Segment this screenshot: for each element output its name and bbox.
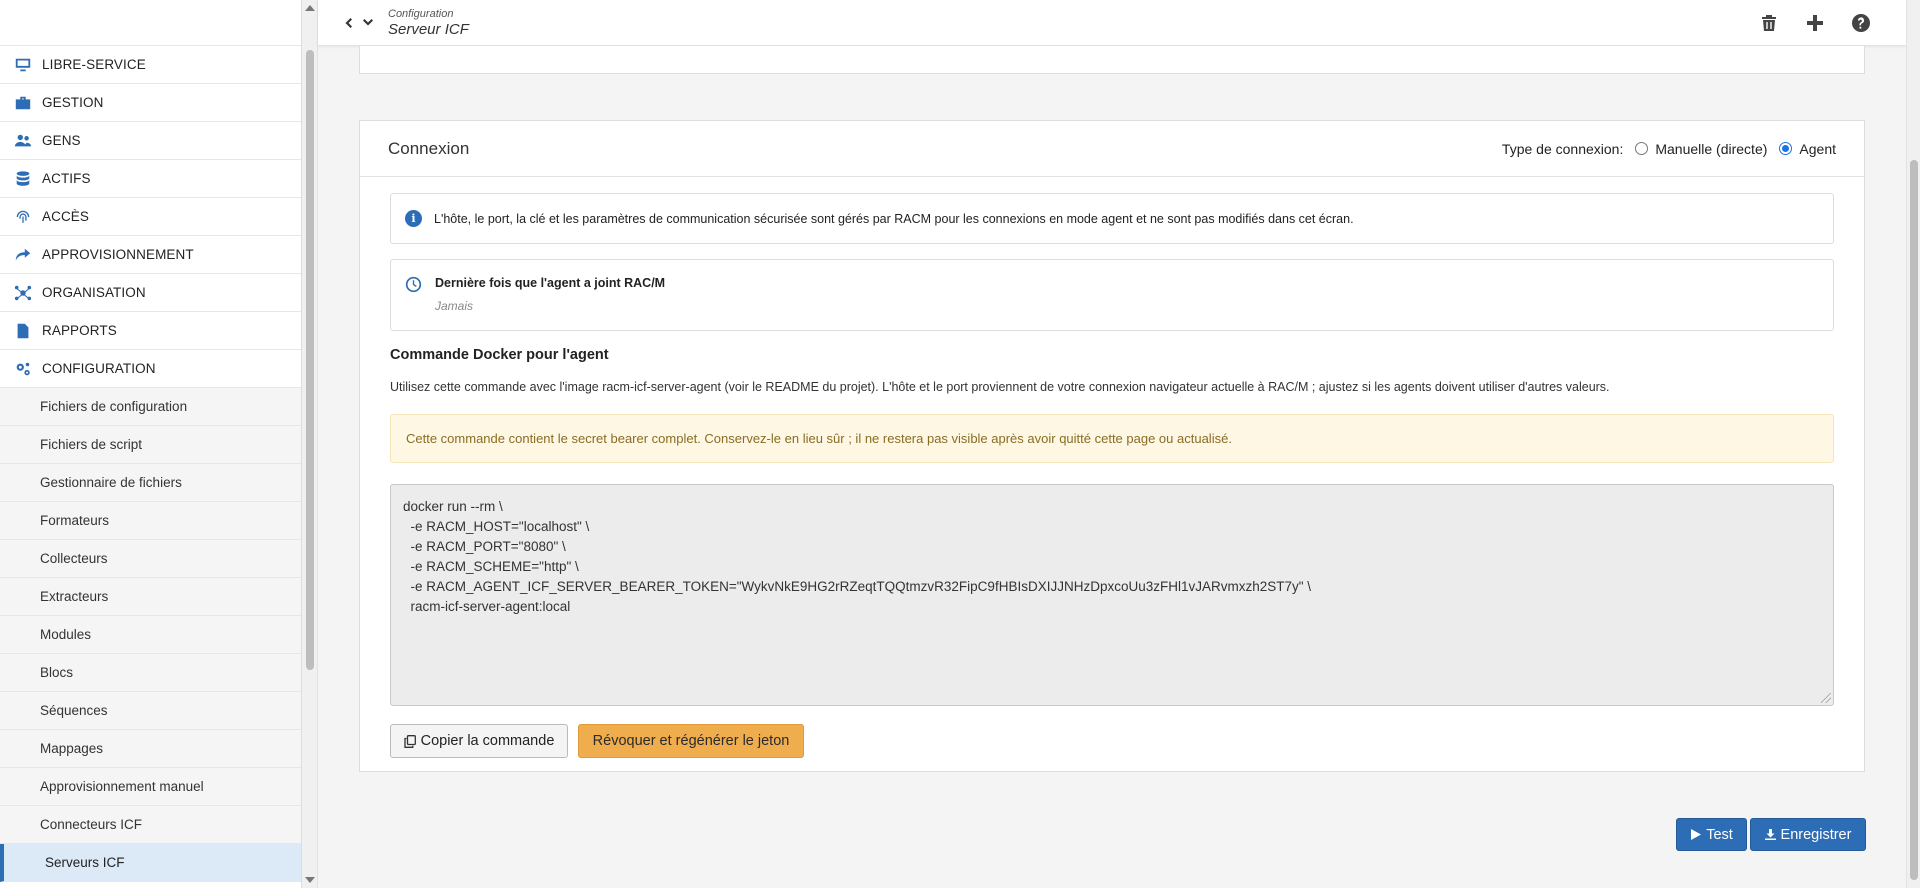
previous-panel [359,46,1865,74]
page-header: Configuration Serveur ICF [318,0,1906,46]
sidebar-subitem-serveurs-icf[interactable]: Serveurs ICF [0,844,301,882]
sidebar-item-gestion[interactable]: GESTION [0,84,301,122]
sidebar-subitem-mappages[interactable]: Mappages [0,730,301,768]
warning-alert: Cette commande contient le secret bearer… [390,414,1834,463]
network-icon [12,282,34,304]
docker-section-title: Commande Docker pour l'agent [390,347,609,363]
sidebar-subitem-gestionnaire-de-fichiers[interactable]: Gestionnaire de fichiers [0,464,301,502]
sidebar-scrollbar-thumb[interactable] [306,50,314,670]
sidebar-item-configuration[interactable]: CONFIGURATION [0,350,301,388]
docker-description: Utilisez cette commande avec l'image rac… [390,380,1610,394]
radio-agent[interactable] [1779,142,1793,155]
sidebar-scrollbar[interactable] [302,0,318,888]
sidebar-subitem-collecteurs[interactable]: Collecteurs [0,540,301,578]
connection-type-selector: Type de connexion: Manuelle (directe) Ag… [1502,141,1836,157]
sidebar-item-organisation[interactable]: ORGANISATION [0,274,301,312]
breadcrumb: Configuration Serveur ICF [388,8,469,38]
sidebar: LIBRE-SERVICE GESTION GENS ACTIFS ACCÈS … [0,0,302,888]
docker-command-text[interactable]: docker run --rm \ -e RACM_HOST="localhos… [403,499,1311,614]
help-icon[interactable] [1850,12,1872,34]
sidebar-item-rapports[interactable]: RAPPORTS [0,312,301,350]
trash-icon[interactable] [1758,12,1780,34]
sidebar-subitem-approvisionnement-manuel[interactable]: Approvisionnement manuel [0,768,301,806]
scroll-up-arrow-icon[interactable] [305,5,315,11]
last-seen-label: Dernière fois que l'agent a joint RAC/M [435,276,666,290]
sidebar-item-label: LIBRE-SERVICE [42,57,146,72]
sidebar-item-gens[interactable]: GENS [0,122,301,160]
sidebar-item-label: ACTIFS [42,171,91,186]
sidebar-subitem-formateurs[interactable]: Formateurs [0,502,301,540]
download-icon [1764,829,1776,840]
sidebar-item-label: CONFIGURATION [42,361,156,376]
gears-icon [12,358,34,380]
radio-manuelle-label[interactable]: Manuelle (directe) [1655,141,1767,157]
sidebar-item-label: ACCÈS [42,209,90,224]
connexion-panel: Connexion Type de connexion: Manuelle (d… [359,120,1865,772]
scroll-down-arrow-icon[interactable] [305,877,315,883]
info-alert: i L'hôte, le port, la clé et les paramèt… [390,193,1834,244]
briefcase-icon [12,92,34,114]
test-button[interactable]: Test [1676,818,1747,851]
sidebar-item-acces[interactable]: ACCÈS [0,198,301,236]
save-label: Enregistrer [1780,826,1852,843]
header-nav [338,13,378,33]
save-button[interactable]: Enregistrer [1750,818,1866,851]
connexion-title: Connexion [388,138,470,158]
radio-agent-label[interactable]: Agent [1799,141,1836,157]
radio-manuelle[interactable] [1635,142,1649,155]
sidebar-item-label: GESTION [42,95,104,110]
sidebar-subitem-fichiers-de-script[interactable]: Fichiers de script [0,426,301,464]
fingerprint-icon [12,206,34,228]
share-icon [12,244,34,266]
docker-command-textarea[interactable]: docker run --rm \ -e RACM_HOST="localhos… [390,484,1834,706]
play-icon [1691,829,1702,840]
page-title: Serveur ICF [388,20,469,38]
sidebar-subitem-connecteurs-icf[interactable]: Connecteurs ICF [0,806,301,844]
sidebar-item-actifs[interactable]: ACTIFS [0,160,301,198]
last-seen-card: Dernière fois que l'agent a joint RAC/M … [390,259,1834,331]
sidebar-item-label: RAPPORTS [42,323,117,338]
last-seen-value: Jamais [435,299,474,313]
copy-command-label: Copier la commande [420,733,555,749]
main-scrollbar-thumb[interactable] [1910,160,1918,880]
file-icon [12,320,34,342]
clock-icon [405,276,422,293]
copy-command-button[interactable]: Copier la commande [390,724,568,758]
users-icon [12,130,34,152]
sidebar-subitem-fichiers-de-configuration[interactable]: Fichiers de configuration [0,388,301,426]
resize-grip-icon[interactable] [1821,693,1831,703]
info-text: L'hôte, le port, la clé et les paramètre… [434,211,1354,226]
sidebar-item-approvisionnement[interactable]: APPROVISIONNEMENT [0,236,301,274]
revoke-token-label: Révoquer et régénérer le jeton [592,733,790,749]
sidebar-subitem-modules[interactable]: Modules [0,616,301,654]
sidebar-item-label: APPROVISIONNEMENT [42,247,194,262]
sidebar-top [0,0,301,46]
sidebar-item-libre-service[interactable]: LIBRE-SERVICE [0,46,301,84]
main-scrollbar[interactable] [1906,0,1920,888]
chevron-down-icon[interactable] [358,13,378,33]
monitor-icon [12,54,34,76]
header-actions [1758,12,1872,34]
sidebar-item-label: ORGANISATION [42,285,146,300]
info-icon: i [405,210,422,227]
database-icon [12,168,34,190]
connection-type-label: Type de connexion: [1501,140,1624,157]
sidebar-subitem-blocs[interactable]: Blocs [0,654,301,692]
test-label: Test [1706,826,1733,843]
warning-text: Cette commande contient le secret bearer… [406,431,1232,446]
copy-icon [403,734,416,748]
revoke-token-button[interactable]: Révoquer et régénérer le jeton [578,724,804,758]
sidebar-subitem-extracteurs[interactable]: Extracteurs [0,578,301,616]
sidebar-subitem-sequences[interactable]: Séquences [0,692,301,730]
chevron-left-icon[interactable] [338,13,358,33]
breadcrumb-parent[interactable]: Configuration [388,8,469,20]
sidebar-item-label: GENS [42,133,81,148]
plus-icon[interactable] [1804,12,1826,34]
connexion-panel-header: Connexion Type de connexion: Manuelle (d… [360,121,1864,177]
